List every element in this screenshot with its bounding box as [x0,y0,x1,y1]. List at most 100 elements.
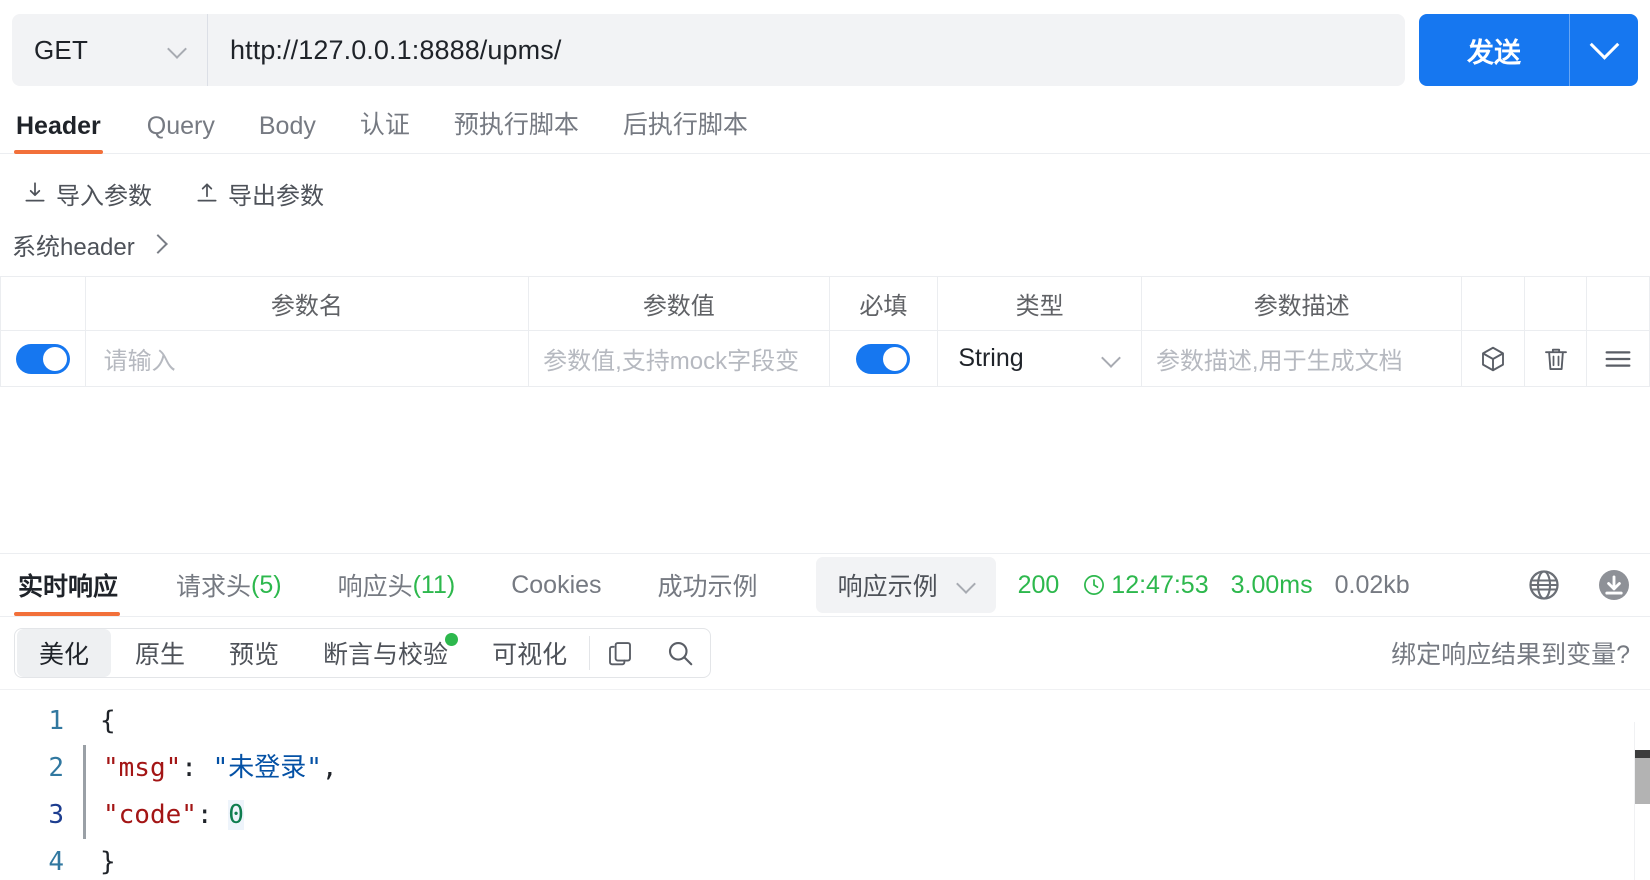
token-brace-open: { [100,706,116,736]
format-tab-visualize[interactable]: 可视化 [470,629,589,677]
trash-icon [1544,348,1567,370]
row-box-cell [1461,330,1525,387]
response-body-editor[interactable]: 1 2 3 4 { "msg": "未登录", "code": 0 } [0,689,1650,880]
row-name-cell[interactable]: 请输入 [84,330,530,387]
chevron-down-icon [167,39,189,61]
search-button[interactable] [650,629,710,677]
param-table-head: 参数名 参数值 必填 类型 参数描述 [0,276,1650,331]
row-enable-toggle[interactable] [15,343,70,374]
response-tab-cookies[interactable]: Cookies [483,554,629,616]
token-colon: : [181,753,213,783]
url-bar: GET http://127.0.0.1:8888/upms/ 发送 [0,0,1650,98]
globe-icon[interactable] [1526,567,1562,603]
request-tabs: Header Query Body 认证 预执行脚本 后执行脚本 [0,98,1650,154]
col-header-description: 参数描述 [1140,276,1463,331]
row-description-cell[interactable]: 参数描述,用于生成文档 [1140,330,1463,387]
response-tabs: 实时响应 请求头 (5) 响应头 (11) Cookies 成功示例 [14,554,786,616]
format-tab-preview[interactable]: 预览 [207,629,301,677]
send-options-chevron-down-icon[interactable] [1570,14,1638,86]
system-header-row[interactable]: 系统header [0,214,1650,266]
code-content[interactable]: { "msg": "未登录", "code": 0 } [83,698,1650,880]
drag-handle-icon[interactable] [1587,343,1649,375]
box-icon [1482,346,1505,371]
response-tab-success-example[interactable]: 成功示例 [630,554,786,616]
param-table-header-row: 参数名 参数值 必填 类型 参数描述 [0,276,1650,331]
table-row: 请输入 参数值,支持mock字段变 String 参数描述,用于生成文档 [0,330,1650,387]
response-tab-request-headers-label: 请求头 [176,573,252,601]
http-method-label: GET [34,34,89,65]
line-number-gutter: 1 2 3 4 [0,698,86,880]
export-params-label: 导出参数 [228,182,324,210]
import-params-button[interactable]: 导入参数 [22,176,152,211]
param-table: 参数名 参数值 必填 类型 参数描述 请输入 参数值,支持mock字段变 Str… [0,276,1650,387]
export-params-button[interactable]: 导出参数 [194,176,324,211]
scrollbar-marker [1635,750,1650,758]
code-line-3: "code": 0 [83,792,1650,839]
param-value-input[interactable]: 参数值,支持mock字段变 [529,341,828,376]
response-tab-cookies-label: Cookies [511,570,602,599]
response-timestamp: 12:47:53 [1081,571,1209,600]
response-bar: 实时响应 请求头 (5) 响应头 (11) Cookies 成功示例 响应示例 20… [0,553,1650,617]
row-type-cell: String [937,330,1142,387]
response-bar-icons [1526,567,1632,603]
response-example-label: 响应示例 [837,573,938,601]
format-tab-beautify[interactable]: 美化 [17,629,112,677]
param-type-value: String [958,344,1024,372]
bind-response-to-variable-link[interactable]: 绑定响应结果到变量? [1391,635,1630,671]
col-header-toggle [0,276,86,331]
response-tab-response-headers[interactable]: 响应头 (11) [310,554,484,616]
code-line-2: "msg": "未登录", [83,745,1650,792]
api-client-window: GET http://127.0.0.1:8888/upms/ 发送 Heade… [0,0,1650,880]
col-header-delete [1523,276,1588,331]
token-value-msg: "未登录" [212,753,322,783]
copy-icon [609,642,632,666]
param-box-button[interactable] [1462,344,1523,374]
param-table-body: 请输入 参数值,支持mock字段变 String 参数描述,用于生成文档 [0,330,1650,387]
format-tab-raw[interactable]: 原生 [113,629,207,677]
col-header-menu [1586,276,1650,331]
param-name-input[interactable]: 请输入 [86,341,528,376]
param-description-input[interactable]: 参数描述,用于生成文档 [1142,341,1462,376]
response-headers-count: (11) [412,570,456,599]
request-tab-query[interactable]: Query [125,112,237,153]
row-required-cell [828,330,939,387]
token-key-code: "code" [103,800,197,830]
system-header-label: 系统header [12,233,135,261]
response-tab-realtime-label: 实时响应 [18,573,119,601]
http-method-select[interactable]: GET [12,14,208,86]
row-value-cell[interactable]: 参数值,支持mock字段变 [528,330,830,387]
request-tab-post-script[interactable]: 后执行脚本 [601,105,770,153]
request-tab-pre-script[interactable]: 预执行脚本 [432,105,601,153]
response-tab-realtime[interactable]: 实时响应 [14,554,148,616]
format-segment-group: 美化 原生 预览 断言与校验 可视化 [14,628,712,678]
response-example-select[interactable]: 响应示例 [815,557,996,613]
response-size: 0.02kb [1334,570,1410,599]
col-header-type: 类型 [937,276,1142,331]
url-input-group: GET http://127.0.0.1:8888/upms/ [12,14,1405,86]
request-tab-auth[interactable]: 认证 [338,105,432,153]
line-number: 2 [48,753,64,783]
format-tab-assertions[interactable]: 断言与校验 [301,629,470,677]
copy-button[interactable] [590,629,650,677]
format-toolbar: 美化 原生 预览 断言与校验 可视化 绑定响应结果到变量? [0,617,1650,689]
param-delete-button[interactable] [1525,344,1586,374]
response-duration: 3.00ms [1230,570,1313,599]
param-type-select[interactable]: String [938,344,1141,373]
export-icon [197,183,217,202]
chevron-right-icon [149,235,167,253]
send-button[interactable]: 发送 [1419,14,1569,86]
row-menu-cell [1586,330,1650,387]
url-input[interactable]: http://127.0.0.1:8888/upms/ [208,35,1405,66]
request-headers-count: (5) [251,570,282,599]
clock-icon [1084,575,1105,595]
download-icon[interactable] [1596,567,1632,603]
request-tab-body[interactable]: Body [237,112,338,153]
scrollbar-thumb[interactable] [1635,758,1650,804]
response-tab-response-headers-label: 响应头 [337,573,413,601]
request-tab-header[interactable]: Header [14,112,125,154]
response-tab-request-headers[interactable]: 请求头 (5) [148,554,310,616]
row-required-toggle[interactable] [856,343,911,374]
response-tab-success-example-label: 成功示例 [657,573,758,601]
code-vertical-scrollbar[interactable] [1634,722,1650,880]
col-header-name: 参数名 [84,276,530,331]
